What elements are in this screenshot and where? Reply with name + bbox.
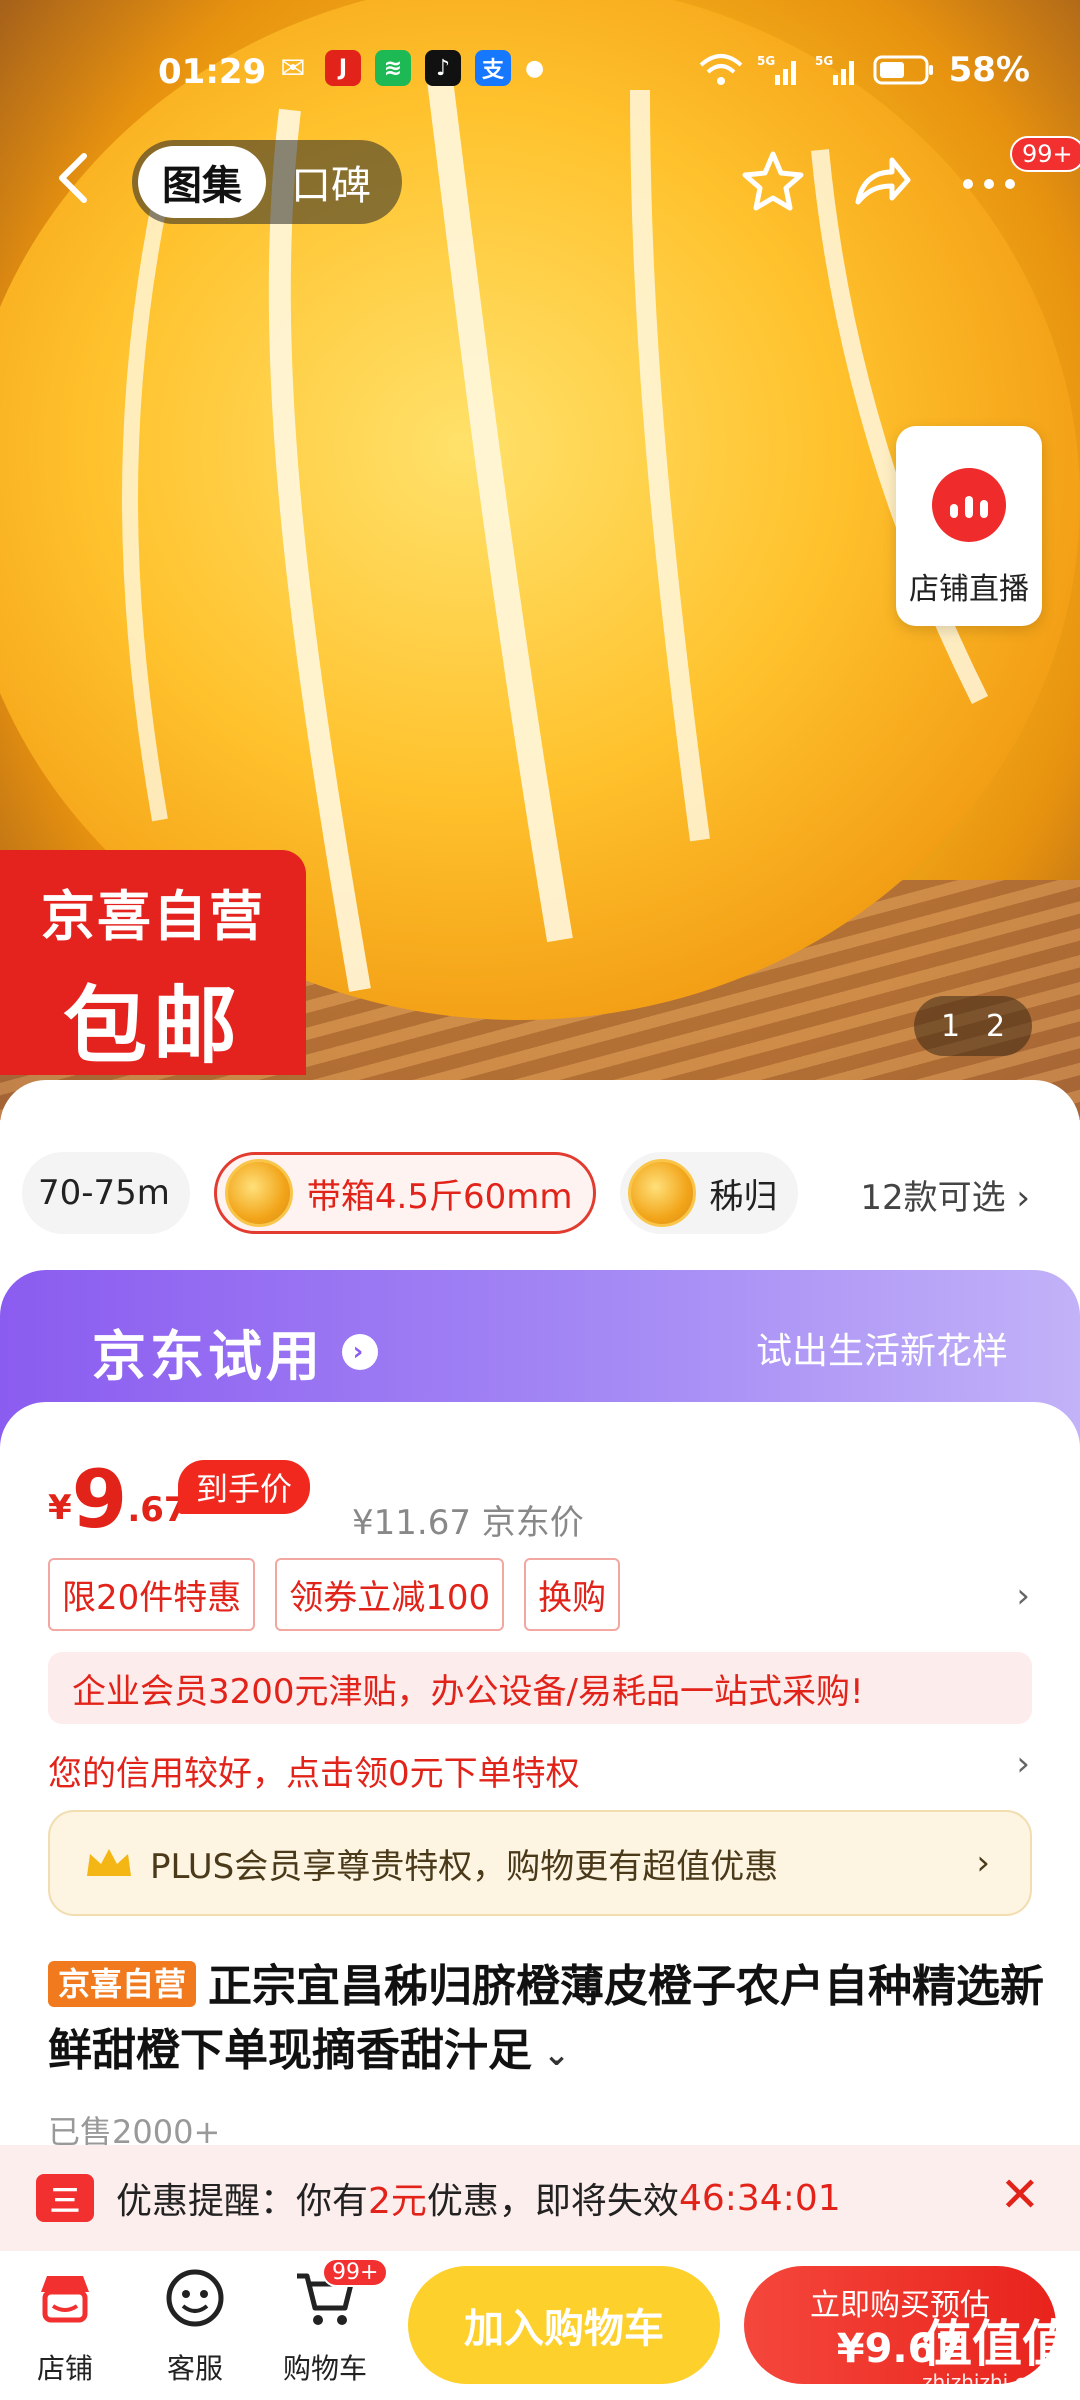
coupon-reminder-bar[interactable]: 三 优惠提醒：你有 2元 优惠，即将失效 46:34:01 ✕ — [0, 2145, 1080, 2251]
plus-banner-text: PLUS会员享尊贵特权，购物更有超值优惠 — [150, 1846, 779, 1887]
cart-tab-label: 购物车 — [282, 2352, 367, 2385]
share-icon[interactable] — [848, 148, 914, 214]
cart-count-badge: 99+ — [322, 2258, 389, 2287]
promo-corner-tag: 京喜自营 包邮 — [0, 850, 306, 1075]
chevron-right-icon[interactable]: › — [1016, 1576, 1030, 1616]
sku-chip-label: 带箱4.5斤60mm — [306, 1176, 573, 1217]
sku-chip-label: 70-75m — [38, 1173, 170, 1213]
sku-selector: 70-75m 带箱4.5斤60mm 秭归 12款可选 › — [22, 1150, 1060, 1236]
plus-member-banner[interactable]: PLUS会员享尊贵特权，购物更有超值优惠 › — [48, 1810, 1032, 1916]
cart-tab[interactable]: 99+ 购物车 — [270, 2258, 389, 2387]
watermark-brand: 值值值 — [922, 2315, 1072, 2373]
signal-5g-icon-2: 5G — [815, 54, 854, 85]
credit-privilege-link[interactable]: 您的信用较好，点击领0元下单特权 — [48, 1746, 580, 1795]
favorite-star-icon[interactable] — [740, 148, 806, 214]
svg-text:5G: 5G — [757, 54, 775, 68]
sku-chip-2-selected[interactable]: 带箱4.5斤60mm — [213, 1152, 596, 1234]
site-watermark: 值值值 zhizhizhi.com — [922, 2318, 1072, 2394]
customer-service-label: 客服 — [166, 2352, 223, 2385]
battery-icon — [873, 55, 933, 85]
sku-chip-1[interactable]: 70-75m — [22, 1152, 190, 1234]
more-sku-link[interactable]: 12款可选 › — [840, 1170, 1030, 1219]
sku-chip-3[interactable]: 秭归 — [619, 1152, 798, 1234]
store-tab-label: 店铺 — [36, 2352, 93, 2385]
self-operated-badge: 京喜自营 — [48, 1961, 197, 2007]
reminder-amount: 2元 — [368, 2181, 427, 2222]
store-tab[interactable]: 店铺 — [10, 2266, 120, 2387]
trial-title: 京东试用 › — [92, 1312, 378, 1391]
notification-icons: ✉ J ≋ ♪ 支 ● — [275, 50, 544, 86]
add-to-cart-button[interactable]: 加入购物车 — [408, 2266, 720, 2384]
tab-gallery[interactable]: 图集 — [138, 146, 266, 218]
svg-text:5G: 5G — [815, 54, 833, 68]
enterprise-member-banner[interactable]: 企业会员3200元津贴，办公设备/易耗品一站式采购! — [48, 1652, 1032, 1724]
tiktok-icon: ♪ — [425, 50, 461, 86]
spotify-icon: ≋ — [375, 50, 411, 86]
promo-tag-line1: 京喜自营 — [41, 885, 265, 948]
trial-slogan: 试出生活新花样 — [755, 1331, 1008, 1372]
coupon-icon: 三 — [36, 2174, 94, 2222]
back-arrow-icon[interactable] — [48, 148, 98, 208]
alipay-icon: 支 — [475, 50, 511, 86]
store-icon — [41, 2276, 89, 2323]
status-bar: 01:29 ✉ J ≋ ♪ 支 ● 5G 5G 58% — [0, 40, 1080, 104]
promotion-chips[interactable]: 限20件特惠 领券立减100 换购 — [48, 1558, 621, 1631]
chevron-right-icon[interactable]: › — [1016, 1744, 1030, 1784]
wifi-icon — [699, 54, 742, 85]
gallery-review-switch: 图集 口碑 — [132, 140, 402, 224]
customer-service-icon — [166, 2269, 224, 2327]
reminder-middle: 优惠，即将失效 — [426, 2181, 679, 2222]
final-price: ¥ 9 .67 到手价 — [48, 1453, 311, 1546]
store-live-button[interactable]: 店铺直播 — [896, 426, 1042, 626]
reminder-countdown: 46:34:01 — [678, 2177, 841, 2219]
promo-tag-line2: 包邮 — [62, 977, 243, 1075]
image-pager: 1 2 — [914, 996, 1032, 1056]
product-title: 京喜自营 正宗宜昌秭归脐橙薄皮橙子农户自种精选新鲜甜橙下单现摘香甜汁足 ⌄ — [48, 1955, 1048, 2086]
pager-total: 2 — [985, 1008, 1006, 1044]
chevron-right-icon: › — [342, 1333, 378, 1370]
bottom-action-bar: 店铺 客服 99+ 购物车 加入购物车 立即购买预估 ¥9.67 值值值 zhi… — [0, 2252, 1080, 2400]
reminder-prefix: 优惠提醒：你有 — [116, 2181, 369, 2222]
chevron-right-icon: › — [976, 1843, 990, 1883]
promo-chip: 限20件特惠 — [48, 1558, 256, 1631]
battery-percent: 58% — [948, 50, 1030, 90]
status-time: 01:29 — [158, 52, 267, 92]
live-icon — [932, 468, 1006, 542]
sku-thumbnail — [627, 1159, 696, 1227]
pager-current: 1 — [940, 1008, 961, 1044]
chevron-right-icon: › — [1016, 1178, 1030, 1218]
sku-thumbnail — [224, 1159, 293, 1227]
crown-icon — [87, 1849, 131, 1876]
more-sku-label: 12款可选 — [860, 1178, 1006, 1218]
price-integer: 9 — [71, 1453, 128, 1546]
tab-reviews[interactable]: 口碑 — [266, 153, 396, 211]
promo-chip: 领券立减100 — [275, 1558, 505, 1631]
store-live-label: 店铺直播 — [909, 572, 1029, 607]
expand-chevron-icon[interactable]: ⌄ — [532, 2035, 570, 2073]
message-badge: 99+ — [1010, 136, 1080, 172]
more-notifications-dot: ● — [525, 55, 545, 81]
original-price: ¥11.67 京东价 — [352, 1503, 584, 1543]
signal-5g-icon: 5G — [757, 54, 796, 85]
final-price-tag: 到手价 — [178, 1460, 311, 1514]
promo-chip: 换购 — [524, 1558, 621, 1631]
trial-title-text: 京东试用 — [92, 1325, 324, 1388]
wechat-icon: ✉ — [280, 50, 306, 86]
price-currency: ¥ — [48, 1488, 72, 1528]
close-icon[interactable]: ✕ — [1000, 2167, 1040, 2223]
watermark-site: zhizhizhi.com — [922, 2370, 1058, 2394]
status-indicators: 5G 5G 58% — [699, 50, 1030, 90]
jd-icon: J — [325, 50, 361, 86]
sku-chip-label: 秭归 — [709, 1176, 778, 1217]
customer-service-tab[interactable]: 客服 — [140, 2266, 250, 2387]
